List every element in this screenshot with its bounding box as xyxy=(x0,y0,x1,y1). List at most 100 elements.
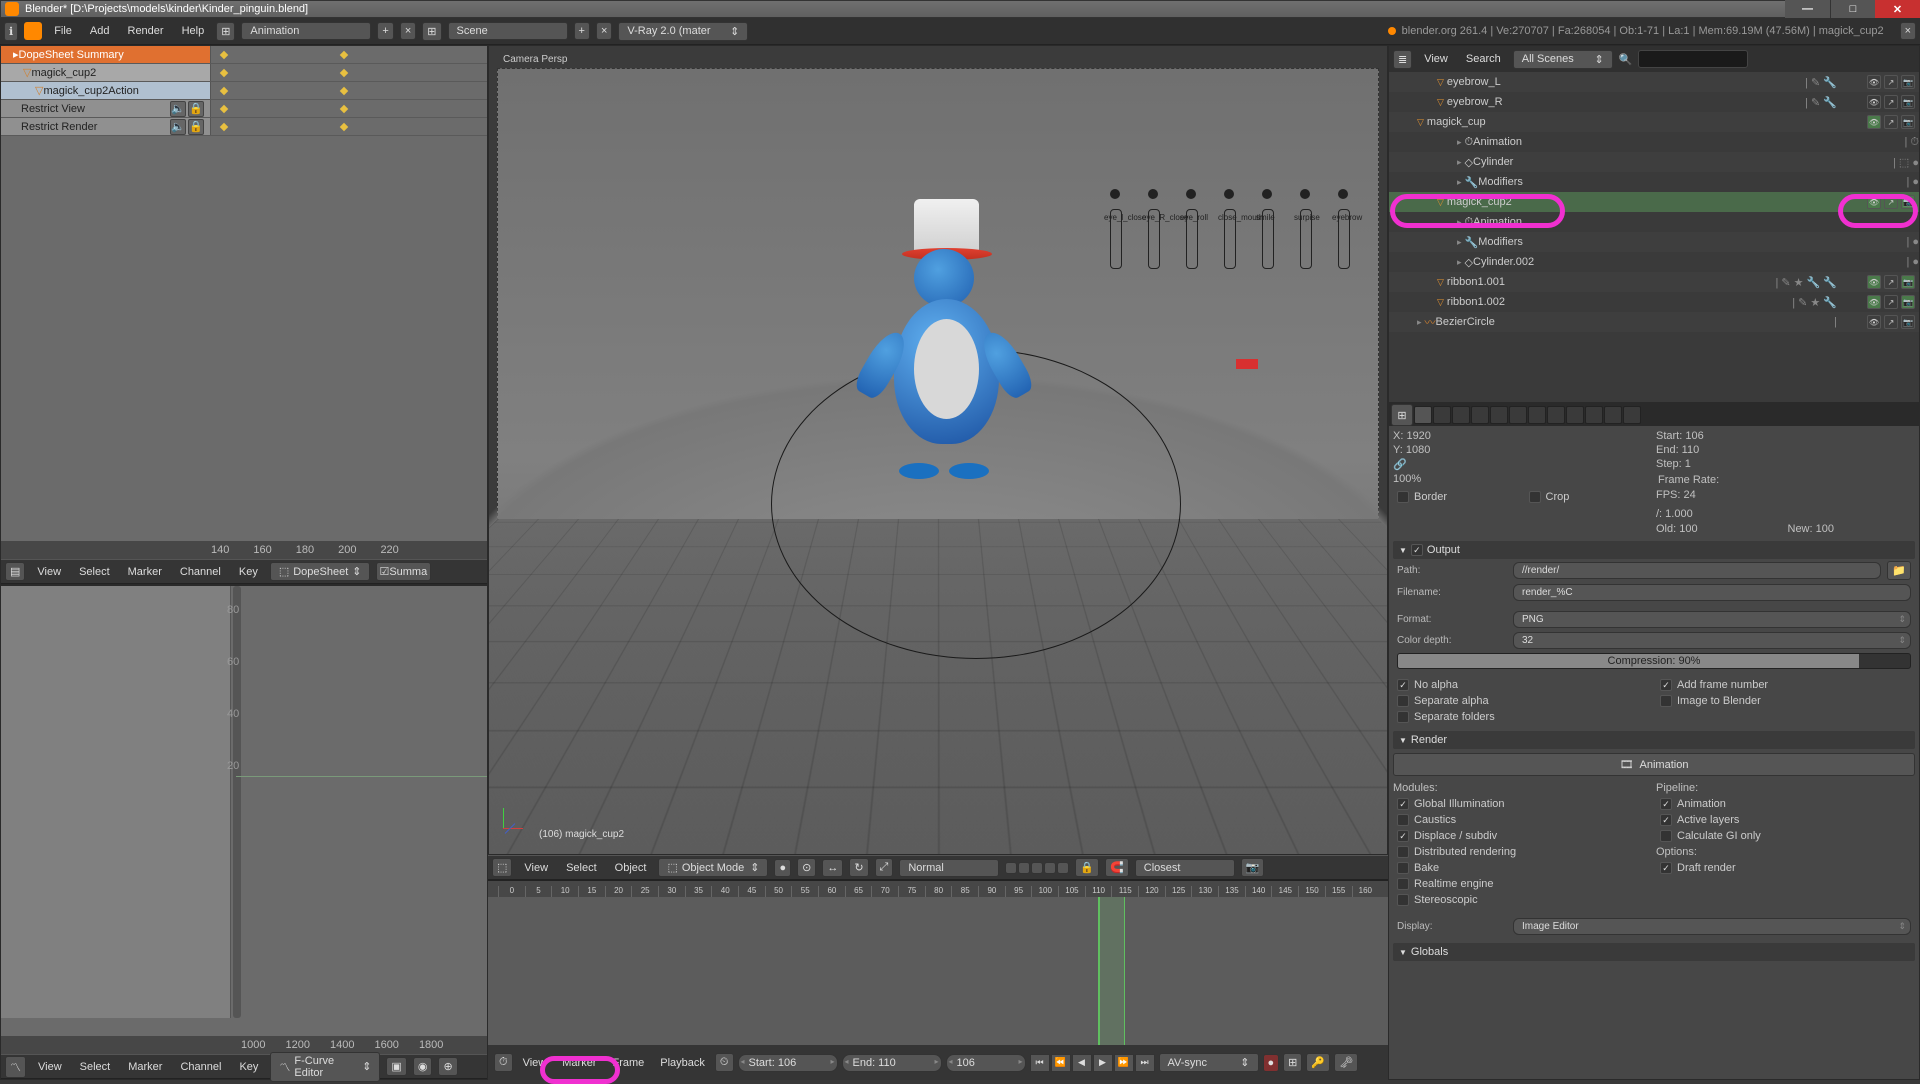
vp-snap-mode[interactable]: Closest xyxy=(1135,859,1235,877)
ol-row[interactable]: ▸◇ Cylinder| ⬚ ● xyxy=(1389,152,1919,172)
sync-mode[interactable]: AV-sync⇕ xyxy=(1159,1053,1259,1072)
play-button[interactable]: ▶ xyxy=(1093,1054,1113,1072)
menu-render[interactable]: Render xyxy=(122,23,170,39)
mute-icon[interactable]: 🔈 xyxy=(170,119,186,135)
tab-constraints[interactable] xyxy=(1509,406,1527,424)
graph-btn1[interactable]: ▣ xyxy=(386,1057,406,1076)
tab-scene[interactable] xyxy=(1452,406,1470,424)
dope-menu-select[interactable]: Select xyxy=(73,564,116,580)
fps-field[interactable]: FPS: 24 xyxy=(1656,489,1915,505)
menu-add[interactable]: Add xyxy=(84,23,116,39)
graph-mode[interactable]: 〽F-Curve Editor⇕ xyxy=(270,1052,380,1082)
output-fname-field[interactable]: render_%C xyxy=(1513,584,1911,601)
vp-lock[interactable]: 🔒 xyxy=(1075,858,1099,877)
vp-editor-icon[interactable]: ⬚ xyxy=(492,858,512,877)
frame-end-field[interactable]: End: 110 xyxy=(1656,444,1915,456)
frame-step-field[interactable]: Step: 1 xyxy=(1656,458,1915,470)
graph-editor-icon[interactable]: 〽 xyxy=(5,1056,26,1078)
next-key-button[interactable]: ⏩ xyxy=(1114,1054,1134,1072)
graph-menu-view[interactable]: View xyxy=(32,1059,68,1075)
ol-row[interactable]: ▽eyebrow_L| ✎ 🔧👁↗📷 xyxy=(1389,72,1919,92)
vp-manip2[interactable]: ↻ xyxy=(849,858,868,877)
old-map-field[interactable]: Old: 100 xyxy=(1656,523,1784,535)
ol-row[interactable]: ▽ribbon1.001| ✎ ★ 🔧 🔧👁↗📷 xyxy=(1389,272,1919,292)
3d-viewport[interactable]: Camera Persp eye_l_close eye_R_close eye… xyxy=(488,45,1388,855)
vp-layers[interactable] xyxy=(1005,862,1069,874)
tl-menu-view[interactable]: View xyxy=(517,1055,553,1071)
outliner-editor-icon[interactable]: ≣ xyxy=(1393,50,1412,69)
display-select[interactable]: Image Editor xyxy=(1513,918,1911,935)
play-rev-button[interactable]: ◀ xyxy=(1072,1054,1092,1072)
output-format-select[interactable]: PNG xyxy=(1513,611,1911,628)
tab-object[interactable] xyxy=(1490,406,1508,424)
ol-row[interactable]: ▸🔧 Modifiers| ● xyxy=(1389,172,1919,192)
vp-render-icon[interactable]: 📷 xyxy=(1241,858,1265,877)
jump-start-button[interactable]: ⏮ xyxy=(1030,1054,1050,1072)
timebase-field[interactable]: /: 1.000 xyxy=(1656,508,1915,520)
props-editor-icon[interactable]: ⊞ xyxy=(1391,404,1413,426)
scene-select[interactable]: Scene xyxy=(448,22,568,40)
graph-menu-key[interactable]: Key xyxy=(233,1059,264,1075)
render-engine-select[interactable]: V-Ray 2.0 (mater⇕ xyxy=(618,22,748,41)
jump-end-button[interactable]: ⏭ xyxy=(1135,1054,1155,1072)
tl-editor-icon[interactable]: ⏱ xyxy=(494,1053,513,1072)
dope-row-summary[interactable]: ▸ DopeSheet Summary xyxy=(1,46,487,64)
displace-check[interactable] xyxy=(1397,830,1409,842)
scene-add[interactable]: + xyxy=(574,22,590,40)
frame-start-field[interactable]: Start: 106 xyxy=(1656,430,1915,442)
layers-check[interactable] xyxy=(1660,814,1672,826)
graph-menu-select[interactable]: Select xyxy=(74,1059,117,1075)
ol-row[interactable]: ▸⏱ Animation| ⏱ xyxy=(1389,132,1919,152)
output-enable[interactable] xyxy=(1411,544,1423,556)
bone-sliders[interactable]: eye_l_close eye_R_close eye_roll close_m… xyxy=(1110,189,1348,269)
vp-manip1[interactable]: ↔ xyxy=(822,859,843,877)
res-x-field[interactable]: X: 1920 xyxy=(1393,430,1652,442)
dope-menu-marker[interactable]: Marker xyxy=(122,564,168,580)
ol-row-selected[interactable]: ▽magick_cup2👁↗📷 xyxy=(1389,192,1919,212)
tab-modifiers[interactable] xyxy=(1528,406,1546,424)
output-path-field[interactable]: //render/ xyxy=(1513,562,1881,579)
tl-menu-marker[interactable]: Marker xyxy=(556,1055,602,1071)
outliner-tree[interactable]: ▽eyebrow_L| ✎ 🔧👁↗📷 ▽eyebrow_R| ✎ 🔧👁↗📷 ▽m… xyxy=(1389,72,1919,402)
res-pct-field[interactable]: 100% xyxy=(1393,473,1652,485)
graph-menu-channel[interactable]: Channel xyxy=(174,1059,227,1075)
path-browse-icon[interactable]: 📁 xyxy=(1887,561,1911,580)
tl-menu-frame[interactable]: Frame xyxy=(606,1055,650,1071)
screen-del[interactable]: × xyxy=(400,22,416,40)
vp-menu-view[interactable]: View xyxy=(518,860,554,876)
mute-icon[interactable]: 🔈 xyxy=(170,101,186,117)
tl-current-field[interactable]: 106 xyxy=(946,1054,1026,1072)
gi-check[interactable] xyxy=(1397,798,1409,810)
graph-menu-marker[interactable]: Marker xyxy=(122,1059,168,1075)
ol-row[interactable]: ▽ribbon1.002| ✎ ★ 🔧👁↗📷 xyxy=(1389,292,1919,312)
rt-check[interactable] xyxy=(1397,878,1409,890)
minimize-button[interactable]: — xyxy=(1785,0,1830,18)
res-link[interactable]: 🔗 xyxy=(1393,458,1652,471)
dope-mode-select[interactable]: ⬚DopeSheet⇕ xyxy=(270,562,370,581)
dope-row-rview[interactable]: Restrict View🔈🔒 xyxy=(1,100,487,118)
stereo-check[interactable] xyxy=(1397,894,1409,906)
tl-menu-playback[interactable]: Playback xyxy=(654,1055,711,1071)
res-y-field[interactable]: Y: 1080 xyxy=(1393,444,1652,456)
vp-shading-icon[interactable]: ● xyxy=(774,859,791,877)
screen-layout-select[interactable]: Animation xyxy=(241,22,371,40)
graph-scrollbar[interactable] xyxy=(233,586,241,1018)
graph-btn2[interactable]: ◉ xyxy=(413,1057,433,1076)
tab-layers[interactable] xyxy=(1433,406,1451,424)
vp-snap[interactable]: 🧲 xyxy=(1105,858,1129,877)
addframe-check[interactable] xyxy=(1660,679,1672,691)
tl-end-field[interactable]: End: 110 xyxy=(842,1054,942,1072)
anim-check[interactable] xyxy=(1660,798,1672,810)
menu-help[interactable]: Help xyxy=(176,23,211,39)
sepfold-check[interactable] xyxy=(1397,711,1409,723)
dope-menu-key[interactable]: Key xyxy=(233,564,264,580)
noalpha-check[interactable] xyxy=(1397,679,1409,691)
tab-data[interactable] xyxy=(1547,406,1565,424)
tl-keying-set[interactable]: ⊞ xyxy=(1283,1053,1302,1072)
timeline-canvas[interactable]: 0510152025303540455055606570758085909510… xyxy=(488,881,1388,1045)
vp-menu-select[interactable]: Select xyxy=(560,860,603,876)
output-depth-select[interactable]: 32 xyxy=(1513,632,1911,649)
globals-header[interactable]: ▼Globals xyxy=(1393,943,1915,961)
vp-pivot-icon[interactable]: ⊙ xyxy=(797,858,816,877)
dope-menu-view[interactable]: View xyxy=(31,564,67,580)
